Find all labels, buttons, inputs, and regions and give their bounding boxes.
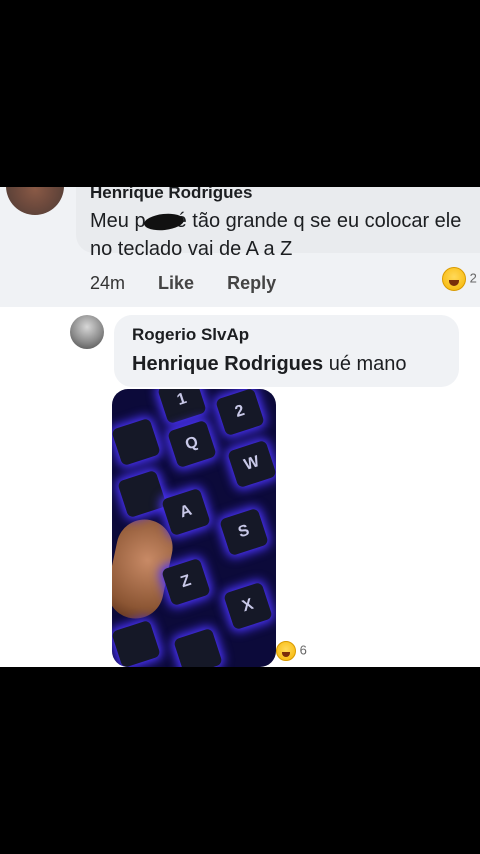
- reaction-count: 6: [299, 642, 307, 658]
- comment-reactions[interactable]: 2: [442, 267, 477, 291]
- key-s: S: [219, 507, 269, 557]
- reply-text: Henrique Rodrigues ué mano: [132, 353, 407, 376]
- reply-message: ué mano: [323, 353, 407, 375]
- laugh-emoji-icon: [276, 641, 296, 661]
- photo-reactions[interactable]: 6: [276, 641, 307, 661]
- comment-actions: 24m Like Reply: [90, 273, 304, 294]
- key-w: W: [227, 439, 276, 489]
- comment-text: Meu pé tão grande q se eu colocar ele no…: [90, 207, 470, 263]
- key-2: 2: [215, 389, 265, 437]
- key-x: X: [223, 581, 273, 631]
- comment-author[interactable]: Henrique Rodrigues: [90, 187, 252, 203]
- key-fn: [173, 627, 223, 667]
- comment-time: 24m: [90, 273, 126, 293]
- keyboard-photo[interactable]: 1 2 Q W A S Z X: [112, 389, 276, 667]
- key-ctrl: [112, 619, 161, 667]
- key-q: Q: [167, 419, 217, 469]
- key-1: 1: [157, 389, 207, 425]
- laugh-emoji-icon: [442, 267, 466, 291]
- like-button[interactable]: Like: [158, 273, 194, 293]
- reply-mention[interactable]: Henrique Rodrigues: [132, 353, 323, 375]
- comment-text-start: Meu p: [90, 210, 146, 232]
- reply-author[interactable]: Rogerio SlvAp: [132, 325, 249, 345]
- reply-button[interactable]: Reply: [227, 273, 276, 293]
- key-a: A: [161, 487, 211, 537]
- key-tab: [112, 417, 161, 467]
- reaction-count: 2: [469, 270, 477, 286]
- avatar-rogerio[interactable]: [70, 315, 104, 349]
- key-caps: [117, 469, 167, 519]
- facebook-comment-thread: Henrique Rodrigues Meu pé tão grande q s…: [0, 187, 480, 667]
